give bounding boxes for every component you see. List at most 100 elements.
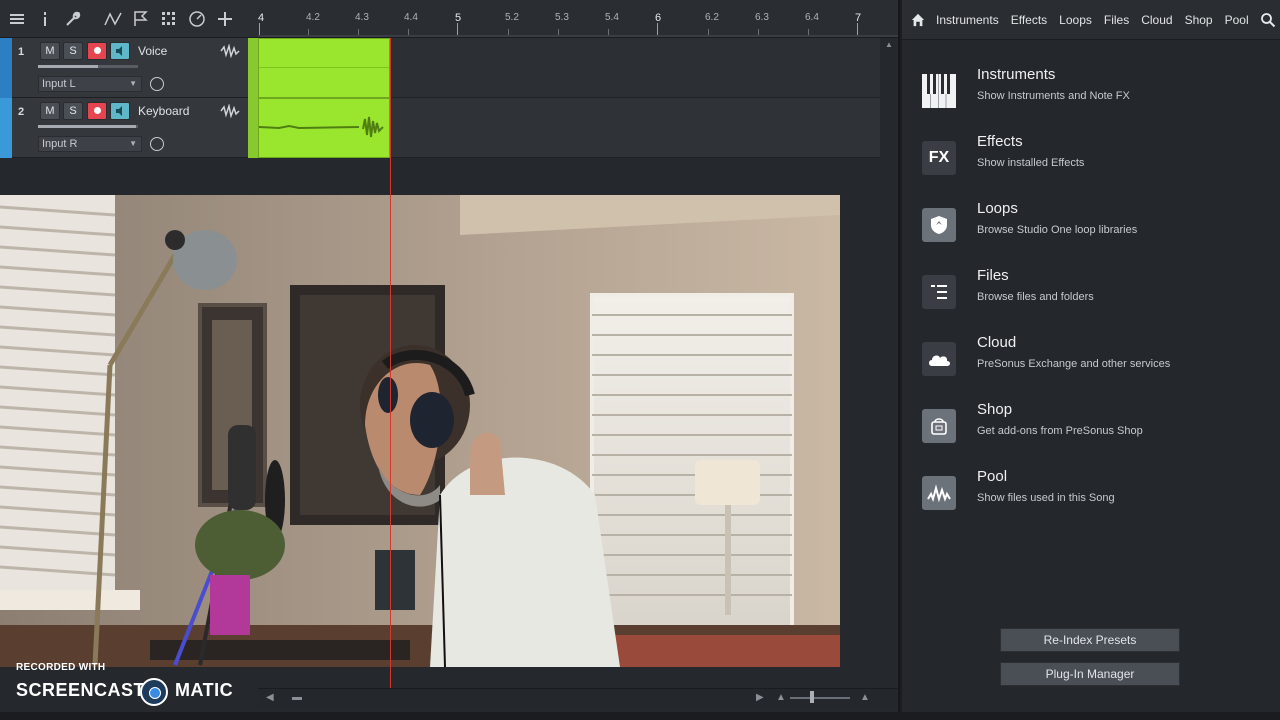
volume-fader[interactable] xyxy=(38,65,138,68)
waveform-icon xyxy=(220,104,240,118)
ruler-label: 5.2 xyxy=(505,12,519,23)
watermark-logo-icon xyxy=(140,678,168,706)
record-arm-button[interactable] xyxy=(87,102,107,120)
track-number: 2 xyxy=(18,106,25,118)
tab-shop[interactable]: Shop xyxy=(1179,13,1219,27)
files-icon xyxy=(922,275,956,309)
track-lane-voice[interactable] xyxy=(258,38,880,98)
monitor-button[interactable] xyxy=(110,42,130,60)
ruler-label: 6.2 xyxy=(705,12,719,23)
input-select[interactable]: Input L ▼ xyxy=(38,76,142,92)
browser-item-title: Pool xyxy=(977,468,1008,485)
automation-curve-icon[interactable] xyxy=(102,8,124,30)
wrench-icon[interactable] xyxy=(62,8,84,30)
track-name[interactable]: Keyboard xyxy=(138,104,189,118)
browser-item-effects[interactable]: FX Effects Show installed Effects xyxy=(922,133,1262,193)
tab-files[interactable]: Files xyxy=(1098,13,1135,27)
input-monitor-icon[interactable] xyxy=(150,137,164,151)
tab-cloud[interactable]: Cloud xyxy=(1135,13,1178,27)
studio-photo xyxy=(0,195,840,667)
audio-clip-voice[interactable] xyxy=(258,38,390,98)
zoom-out-icon[interactable]: ▲ xyxy=(776,692,786,703)
track-color-stripe xyxy=(0,98,12,158)
ruler-label: 4.2 xyxy=(306,12,320,23)
browser-item-pool[interactable]: Pool Show files used in this Song xyxy=(922,468,1262,528)
track-name[interactable]: Voice xyxy=(138,44,167,58)
webcam-video-overlay xyxy=(0,195,840,667)
browser-item-title: Instruments xyxy=(977,66,1056,83)
arrange-view: 4 4.2 4.3 4.4 5 5.2 5.3 5.4 6 6.2 6.3 6.… xyxy=(0,0,900,712)
clip-start-strip xyxy=(248,38,258,158)
chevron-down-icon: ▼ xyxy=(129,139,137,148)
tab-instruments[interactable]: Instruments xyxy=(930,13,1005,27)
solo-button[interactable]: S xyxy=(63,42,83,60)
flag-icon[interactable] xyxy=(130,8,152,30)
browser-item-description: Get add-ons from PreSonus Shop xyxy=(977,425,1143,437)
mute-button[interactable]: M xyxy=(40,102,60,120)
horizontal-scroll-thumb[interactable]: ▬ xyxy=(292,692,302,703)
zoom-in-icon[interactable]: ▲ xyxy=(860,692,870,703)
arrange-toolbar xyxy=(0,0,258,38)
scroll-left-icon[interactable]: ◀ xyxy=(266,692,274,703)
mute-button[interactable]: M xyxy=(40,42,60,60)
browser-item-title: Cloud xyxy=(977,334,1017,351)
reindex-presets-button[interactable]: Re-Index Presets xyxy=(1000,628,1180,652)
track-color-stripe xyxy=(0,38,12,98)
record-arm-button[interactable] xyxy=(87,42,107,60)
track-lanes[interactable] xyxy=(258,38,880,158)
scroll-right-icon[interactable]: ▶ xyxy=(756,692,764,703)
scroll-up-icon[interactable]: ▲ xyxy=(885,40,893,49)
browser-item-title: Files xyxy=(977,267,1009,284)
grid-snap-icon[interactable] xyxy=(158,8,180,30)
watermark-brand-part1: SCREENCAST xyxy=(16,680,146,700)
tab-pool[interactable]: Pool xyxy=(1219,13,1255,27)
input-monitor-icon[interactable] xyxy=(150,77,164,91)
browser-item-description: Browse Studio One loop libraries xyxy=(977,224,1138,236)
browser-item-cloud[interactable]: Cloud PreSonus Exchange and other servic… xyxy=(922,334,1262,394)
zoom-slider-knob[interactable] xyxy=(810,691,814,703)
tab-effects[interactable]: Effects xyxy=(1005,13,1053,27)
home-icon[interactable] xyxy=(906,8,930,32)
fx-icon: FX xyxy=(922,141,956,175)
browser-item-instruments[interactable]: Instruments Show Instruments and Note FX xyxy=(922,66,1262,126)
metronome-icon[interactable] xyxy=(186,8,208,30)
browser-item-description: Show installed Effects xyxy=(977,157,1085,169)
browser-item-title: Effects xyxy=(977,133,1023,150)
track-header-voice[interactable]: 1 M S Voice Input L ▼ xyxy=(0,38,248,98)
add-icon[interactable] xyxy=(214,8,236,30)
tab-loops[interactable]: Loops xyxy=(1053,13,1098,27)
search-icon[interactable] xyxy=(1260,12,1276,28)
studio-one-window: 4 4.2 4.3 4.4 5 5.2 5.3 5.4 6 6.2 6.3 6.… xyxy=(0,0,1280,720)
browser-item-files[interactable]: Files Browse files and folders xyxy=(922,267,1262,327)
ruler-label: 4.4 xyxy=(404,12,418,23)
cloud-icon xyxy=(922,342,956,376)
volume-fader[interactable] xyxy=(38,125,138,128)
menu-icon[interactable] xyxy=(6,8,28,30)
screencast-o-matic-watermark: RECORDED WITH SCREENCAST MATIC xyxy=(12,660,252,708)
input-select[interactable]: Input R ▼ xyxy=(38,136,142,152)
info-icon[interactable] xyxy=(34,8,56,30)
plugin-manager-button[interactable]: Plug-In Manager xyxy=(1000,662,1180,686)
zoom-slider[interactable] xyxy=(790,697,850,699)
browser-item-loops[interactable]: Loops Browse Studio One loop libraries xyxy=(922,200,1262,260)
browser-item-title: Loops xyxy=(977,200,1018,217)
vertical-scrollbar[interactable]: ▲ xyxy=(884,38,894,688)
audio-clip-keyboard[interactable] xyxy=(258,98,390,158)
browser-item-description: Browse files and folders xyxy=(977,291,1094,303)
solo-button[interactable]: S xyxy=(63,102,83,120)
ruler-label: 6 xyxy=(655,12,662,24)
browser-panel: Instruments Effects Loops Files Cloud Sh… xyxy=(902,0,1280,712)
track-lane-keyboard[interactable] xyxy=(258,98,880,158)
track-header-keyboard[interactable]: 2 M S Keyboard Input R ▼ xyxy=(0,98,248,158)
browser-item-description: PreSonus Exchange and other services xyxy=(977,358,1171,370)
timeline-ruler[interactable]: 4 4.2 4.3 4.4 5 5.2 5.3 5.4 6 6.2 6.3 6.… xyxy=(258,0,898,38)
monitor-button[interactable] xyxy=(110,102,130,120)
browser-item-title: Shop xyxy=(977,401,1013,418)
pool-waveform-icon xyxy=(922,476,956,510)
ruler-label: 5.3 xyxy=(555,12,569,23)
playhead-cursor[interactable] xyxy=(390,38,391,688)
shop-bag-icon xyxy=(922,409,956,443)
browser-tab-bar: Instruments Effects Loops Files Cloud Sh… xyxy=(902,0,1280,40)
browser-item-shop[interactable]: Shop Get add-ons from PreSonus Shop xyxy=(922,401,1262,461)
ruler-label: 5 xyxy=(455,12,462,24)
